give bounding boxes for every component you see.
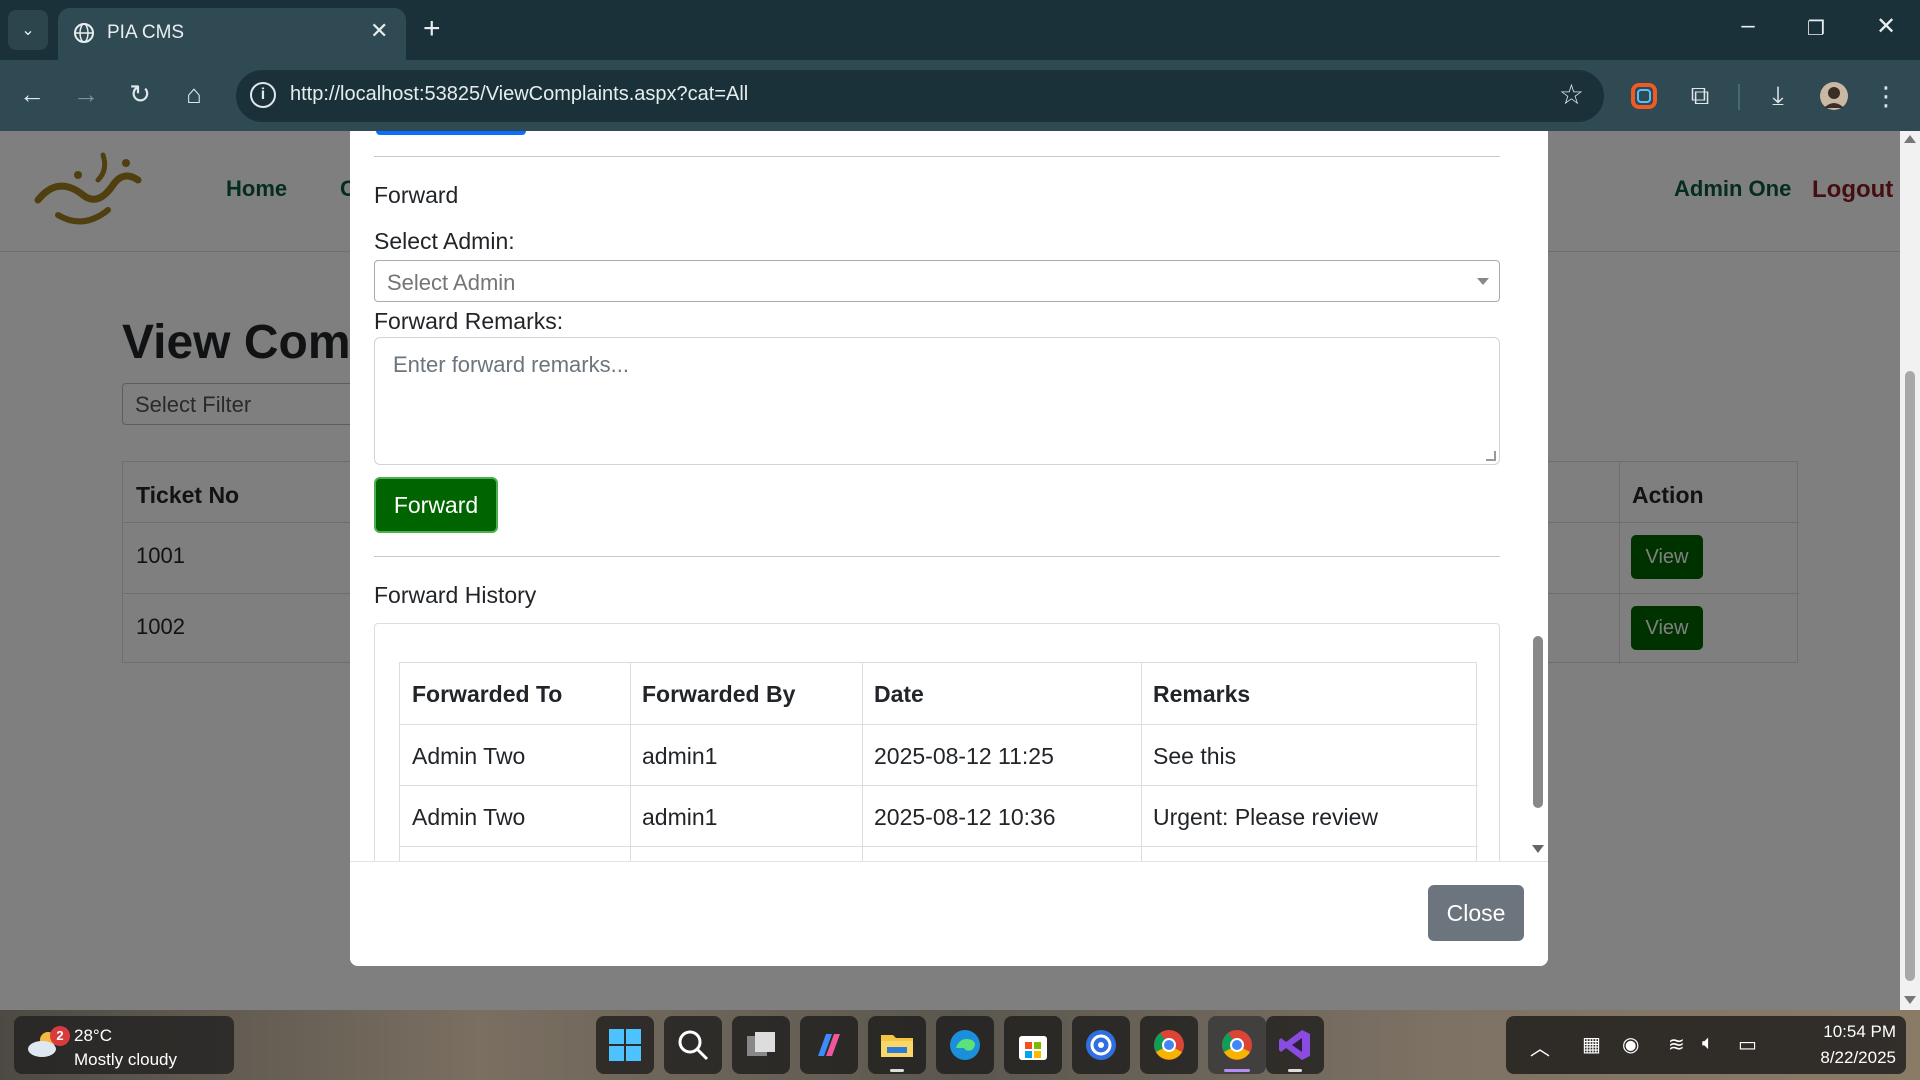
forward-history-card: Forwarded To Forwarded By Date Remarks A…: [374, 623, 1500, 861]
chrome-icon[interactable]: [1140, 1016, 1198, 1074]
vpn-app-icon[interactable]: [1072, 1016, 1130, 1074]
volume-icon[interactable]: 🔈︎: [1702, 1032, 1714, 1055]
scrollbar-thumb[interactable]: [1905, 371, 1915, 981]
task-view-icon[interactable]: [732, 1016, 790, 1074]
steam-icon[interactable]: ◉: [1622, 1032, 1639, 1057]
start-windows-icon[interactable]: [596, 1016, 654, 1074]
extensions-puzzle-icon[interactable]: ⧉: [1682, 78, 1718, 114]
copilot-icon[interactable]: [800, 1016, 858, 1074]
dropdown-caret-icon: [1477, 278, 1489, 285]
modal-scroll-down-icon[interactable]: [1532, 845, 1544, 853]
select-admin-label: Select Admin:: [374, 228, 515, 254]
divider: [374, 556, 1500, 557]
history-row-clipped: [400, 846, 1478, 861]
clipped-button[interactable]: [376, 131, 526, 135]
download-icon[interactable]: ⤓: [1760, 78, 1796, 114]
browser-tab[interactable]: PIA CMS ✕: [58, 8, 406, 60]
active-indicator: [1224, 1069, 1250, 1072]
close-button[interactable]: Close: [1428, 885, 1524, 941]
modal-scrollbar-thumb[interactable]: [1533, 636, 1543, 808]
browser-tab-bar: ⌄ PIA CMS ✕ + – ❐ ✕: [0, 0, 1920, 60]
weather-temperature: 28°C: [74, 1026, 112, 1045]
new-tab-plus-icon[interactable]: +: [423, 14, 441, 44]
header-remarks: Remarks: [1153, 681, 1251, 707]
clock-date[interactable]: 8/22/2025: [1776, 1048, 1896, 1068]
visual-studio-icon[interactable]: [1266, 1016, 1324, 1074]
bookmark-star-icon[interactable]: ☆: [1559, 78, 1584, 111]
forwarded-by-cell: admin1: [642, 743, 718, 769]
battery-icon[interactable]: ▭: [1738, 1032, 1757, 1057]
edge-browser-icon[interactable]: [936, 1016, 994, 1074]
forward-remarks-label: Forward Remarks:: [374, 308, 564, 334]
remarks-cell: See this: [1153, 743, 1237, 769]
page-scrollbar[interactable]: [1900, 131, 1920, 1010]
forward-button[interactable]: Forward: [374, 477, 498, 533]
select-admin-placeholder: Select Admin: [387, 270, 516, 295]
reload-icon[interactable]: ↻: [122, 79, 158, 110]
kebab-menu-icon[interactable]: ⋮: [1868, 78, 1904, 114]
weather-widget[interactable]: 2 28°C Mostly cloudy: [14, 1016, 234, 1074]
chrome-profile-icon[interactable]: [1208, 1016, 1266, 1074]
chevron-up-icon[interactable]: ︿: [1530, 1032, 1550, 1061]
search-icon[interactable]: [664, 1016, 722, 1074]
back-arrow-icon[interactable]: ←: [14, 79, 50, 110]
header-forwarded-by: Forwarded By: [642, 681, 796, 707]
wifi-icon[interactable]: ≋: [1668, 1032, 1685, 1057]
windows-taskbar: 2 28°C Mostly cloudy ︿ ▦ ◉ ≋ 🔈︎ ▭ 10:54 …: [0, 1010, 1920, 1080]
modal-body: Forward Select Admin: Select Admin Forwa…: [350, 131, 1548, 861]
color-picker-extension-icon[interactable]: [1626, 78, 1662, 114]
header-forwarded-to: Forwarded To: [412, 681, 563, 707]
forwarded-to-cell: Admin Two: [412, 804, 526, 830]
complaint-modal: Forward Select Admin: Select Admin Forwa…: [350, 131, 1548, 966]
home-icon[interactable]: ⌂: [176, 79, 212, 110]
forward-heading: Forward: [374, 182, 459, 208]
system-tray: ︿ ▦ ◉ ≋ 🔈︎ ▭ 10:54 PM 8/22/2025: [1506, 1016, 1906, 1074]
window-close-icon[interactable]: ✕: [1866, 12, 1906, 41]
header-date: Date: [874, 681, 924, 707]
history-row: Admin Two admin1 2025-08-12 11:25 See th…: [400, 724, 1478, 786]
clock-time[interactable]: 10:54 PM: [1796, 1022, 1896, 1042]
minimize-icon[interactable]: –: [1728, 12, 1768, 40]
remarks-placeholder: Enter forward remarks...: [393, 352, 629, 377]
forward-history-table: Forwarded To Forwarded By Date Remarks A…: [399, 662, 1478, 861]
restore-icon[interactable]: ❐: [1796, 16, 1836, 41]
weather-condition: Mostly cloudy: [74, 1050, 177, 1069]
select-admin-dropdown[interactable]: Select Admin: [374, 260, 1500, 302]
remarks-cell: Urgent: Please review: [1153, 804, 1378, 830]
modal-footer: Close: [350, 861, 1548, 966]
resize-grip-icon[interactable]: [1486, 451, 1496, 461]
browser-toolbar: ← → ↻ ⌂ i http://localhost:53825/ViewCom…: [0, 60, 1920, 131]
microsoft-store-icon[interactable]: [1004, 1016, 1062, 1074]
date-cell: 2025-08-12 11:25: [874, 743, 1054, 769]
history-header-row: Forwarded To Forwarded By Date Remarks: [400, 663, 1478, 724]
address-bar[interactable]: i http://localhost:53825/ViewComplaints.…: [236, 70, 1604, 122]
globe-icon: [74, 23, 94, 43]
toolbar-separator: [1738, 84, 1740, 110]
forwarded-to-cell: Admin Two: [412, 743, 526, 769]
history-row: Admin Two admin1 2025-08-12 10:36 Urgent…: [400, 785, 1478, 847]
divider: [374, 156, 1500, 157]
date-cell: 2025-08-12 10:36: [874, 804, 1056, 830]
scroll-up-arrow-icon[interactable]: [1904, 135, 1916, 143]
profile-avatar[interactable]: [1816, 78, 1852, 114]
forward-remarks-textarea[interactable]: Enter forward remarks...: [374, 337, 1500, 465]
forward-arrow-icon[interactable]: →: [68, 79, 104, 110]
scroll-down-arrow-icon[interactable]: [1904, 996, 1916, 1004]
url-text[interactable]: http://localhost:53825/ViewComplaints.as…: [290, 83, 748, 106]
modal-scrollbar[interactable]: [1528, 131, 1548, 861]
weather-notification-badge: 2: [50, 1026, 70, 1046]
forward-history-heading: Forward History: [374, 582, 537, 608]
site-info-icon[interactable]: i: [250, 82, 276, 108]
forwarded-by-cell: admin1: [642, 804, 718, 830]
tab-search-chevron-icon[interactable]: ⌄: [8, 10, 48, 50]
tab-title: PIA CMS: [107, 22, 185, 43]
tab-close-icon[interactable]: ✕: [370, 18, 388, 44]
running-indicator: [1288, 1069, 1302, 1072]
running-indicator: [890, 1069, 904, 1072]
file-explorer-icon[interactable]: [868, 1016, 926, 1074]
network-drive-icon[interactable]: ▦: [1582, 1032, 1601, 1057]
